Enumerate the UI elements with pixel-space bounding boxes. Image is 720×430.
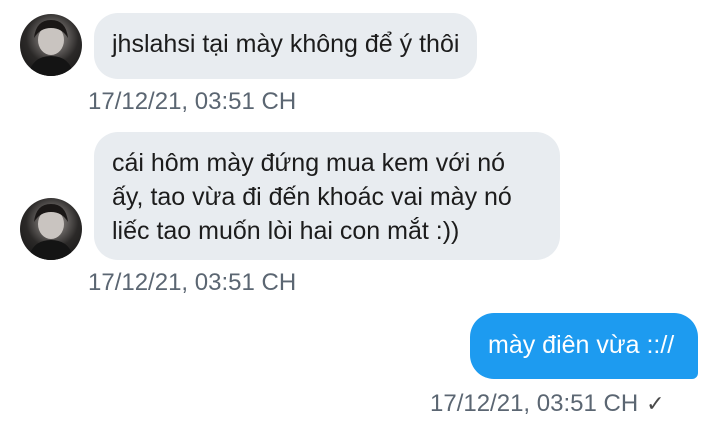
message-timestamp: 17/12/21, 03:51 CH (88, 88, 297, 115)
check-icon: ✓ (646, 391, 665, 416)
message-timestamp: 17/12/21, 03:51 CH (88, 269, 297, 296)
sender-avatar[interactable] (20, 198, 82, 260)
sender-avatar[interactable] (20, 14, 82, 76)
message-bubble-outgoing[interactable]: mày điên vừa ::// (470, 313, 698, 379)
message-text: cái hôm mày đứng mua kem với nó ấy, tao … (112, 149, 512, 245)
message-bubble-incoming[interactable]: jhslahsi tại mày không để ý thôi (94, 13, 478, 79)
message-text: jhslahsi tại mày không để ý thôi (112, 30, 460, 58)
message-text: mày điên vừa ::// (488, 331, 675, 359)
message-bubble-incoming[interactable]: cái hôm mày đứng mua kem với nó ấy, tao … (94, 132, 560, 260)
message-timestamp: 17/12/21, 03:51 CH (430, 390, 639, 417)
message-timestamp-outgoing: 17/12/21, 03:51 CH ✓ (430, 389, 665, 419)
dm-conversation: jhslahsi tại mày không để ý thôi 17/12/2… (0, 0, 720, 430)
